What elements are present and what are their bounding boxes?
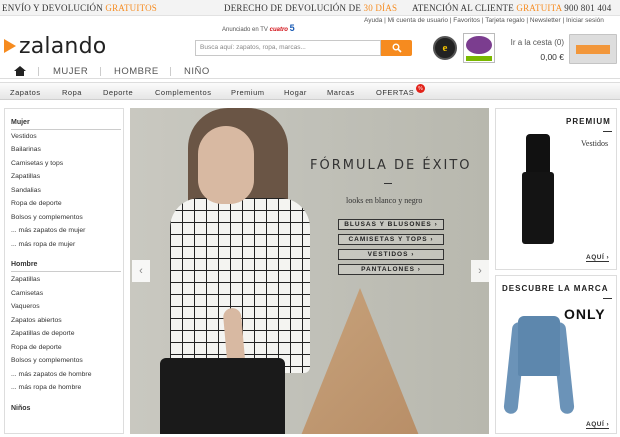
- cat-ropa[interactable]: Ropa: [62, 88, 82, 97]
- carousel-next-button[interactable]: ›: [471, 260, 489, 282]
- chevron-left-icon: ‹: [139, 265, 143, 277]
- hero-backdrop: [300, 288, 420, 434]
- category-bar: Zapatos Ropa Deporte Complementos Premiu…: [0, 82, 620, 100]
- tv-ad-notice: Anunciado en TV cuatro 5: [222, 23, 295, 33]
- tab-mujer[interactable]: MUJER: [53, 66, 88, 77]
- gender-nav: MUJER HOMBRE NIÑO: [0, 63, 620, 79]
- hero-button-blusas[interactable]: BLUSAS Y BLUSONES ›: [338, 219, 444, 230]
- promo-brand-link[interactable]: AQUÍ ›: [586, 421, 610, 429]
- hero-title: FÓRMULA DE ÉXITO: [310, 158, 472, 173]
- chevron-right-icon: ›: [478, 265, 482, 277]
- util-link-ayuda[interactable]: Ayuda: [364, 17, 382, 24]
- sidebar-item-ropa-deporte[interactable]: Ropa de deporte: [11, 200, 62, 207]
- sidebar-item-ropa-deporte-hombre[interactable]: Ropa de deporte: [11, 344, 62, 351]
- tab-nino[interactable]: NIÑO: [184, 66, 210, 77]
- util-link-newsletter[interactable]: Newsletter: [530, 17, 561, 24]
- carousel-prev-button[interactable]: ‹: [132, 260, 150, 282]
- cat-deporte[interactable]: Deporte: [103, 88, 133, 97]
- sidebar-item-mas-zapatos-hombre[interactable]: ... más zapatos de hombre: [11, 371, 91, 378]
- sidebar-item-camisetas-tops[interactable]: Camisetas y tops: [11, 160, 63, 167]
- home-icon[interactable]: [14, 66, 26, 76]
- sidebar-item-sandalias[interactable]: Sandalias: [11, 187, 41, 194]
- logo-text: zalando: [19, 33, 107, 59]
- trusted-shops-badge[interactable]: e: [433, 36, 457, 60]
- search-icon: [392, 43, 402, 53]
- tv-channel-cuatro: cuatro: [269, 27, 288, 33]
- util-link-giftcard[interactable]: Tarjeta regalo: [485, 17, 524, 24]
- promo-premium[interactable]: PREMIUM Vestidos AQUÍ ›: [495, 108, 617, 270]
- promo-premium-subtitle: Vestidos: [581, 139, 609, 148]
- badge-logo-icon: [466, 36, 492, 54]
- sidebar-item-bolsos[interactable]: Bolsos y complementos: [11, 214, 83, 221]
- sidebar-item-mas-zapatos-mujer[interactable]: ... más zapatos de mujer: [11, 227, 85, 234]
- cat-hogar[interactable]: Hogar: [284, 88, 307, 97]
- category-sidebar: Mujer Vestidos Bailarinas Camisetas y to…: [4, 108, 124, 434]
- utility-links: Ayuda | Mi cuenta de usuario | Favoritos…: [364, 17, 604, 24]
- search-button[interactable]: [381, 40, 412, 56]
- cat-zapatos[interactable]: Zapatos: [10, 88, 41, 97]
- cat-premium[interactable]: Premium: [231, 88, 265, 97]
- cat-marcas[interactable]: Marcas: [327, 88, 355, 97]
- sidebar-item-vaqueros[interactable]: Vaqueros: [11, 303, 40, 310]
- sidebar-item-mas-ropa-mujer[interactable]: ... más ropa de mujer: [11, 241, 75, 248]
- sidebar-item-zapatos-abiertos[interactable]: Zapatos abiertos: [11, 317, 62, 324]
- hero-button-camisetas[interactable]: CAMISETAS Y TOPS ›: [338, 234, 444, 245]
- cat-complementos[interactable]: Complementos: [155, 88, 211, 97]
- promo-premium-link[interactable]: AQUÍ ›: [586, 254, 610, 262]
- cart-link[interactable]: Ir a la cesta (0) 0,00 €: [504, 38, 564, 62]
- tv-channel-5: 5: [289, 23, 295, 33]
- cat-ofertas[interactable]: OFERTAS: [376, 88, 414, 97]
- ofertas-percent-icon: %: [416, 84, 425, 93]
- search-input[interactable]: Busca aquí: zapatos, ropa, marcas...: [195, 40, 381, 56]
- sidebar-item-vestidos[interactable]: Vestidos: [11, 133, 37, 140]
- promo-topbar: ENVÍO Y DEVOLUCIÓN GRATUITOS DERECHO DE …: [0, 0, 620, 16]
- util-link-account[interactable]: Mi cuenta de usuario: [388, 17, 448, 24]
- util-link-favorites[interactable]: Favoritos: [453, 17, 480, 24]
- sidebar-item-camisetas[interactable]: Camisetas: [11, 290, 43, 297]
- hero-button-pantalones[interactable]: PANTALONES ›: [338, 264, 444, 275]
- promo-brand-title: DESCUBRE LA MARCA: [502, 284, 609, 293]
- promo-premium-title: PREMIUM: [566, 117, 611, 126]
- sidebar-item-zapatillas-hombre[interactable]: Zapatillas: [11, 276, 40, 283]
- sidebar-item-bolsos-hombre[interactable]: Bolsos y complementos: [11, 357, 83, 364]
- black-dress-image: [518, 134, 558, 246]
- cart-label: Ir a la cesta (0): [510, 38, 564, 47]
- online-trust-badge[interactable]: [463, 33, 495, 63]
- sidebar-item-bailarinas[interactable]: Bailarinas: [11, 146, 41, 153]
- support-notice: ATENCIÓN AL CLIENTE GRATUITA 900 801 404: [412, 3, 612, 13]
- sidebar-item-zapatillas[interactable]: Zapatillas: [11, 173, 40, 180]
- shipping-notice: ENVÍO Y DEVOLUCIÓN GRATUITOS: [2, 3, 158, 13]
- tab-hombre[interactable]: HOMBRE: [114, 66, 159, 77]
- hero-button-vestidos[interactable]: VESTIDOS ›: [338, 249, 444, 260]
- sidebar-heading-mujer: Mujer: [11, 119, 30, 126]
- sidebar-item-mas-ropa-hombre[interactable]: ... más ropa de hombre: [11, 384, 81, 391]
- sidebar-item-zapatillas-deporte[interactable]: Zapatillas de deporte: [11, 330, 74, 337]
- util-link-login[interactable]: Iniciar sesión: [566, 17, 604, 24]
- cart-amount: 0,00 €: [540, 52, 564, 62]
- zalando-logo[interactable]: zalando: [4, 33, 107, 59]
- logo-arrow-icon: [4, 39, 16, 53]
- promo-brand[interactable]: DESCUBRE LA MARCA ONLY AQUÍ ›: [495, 275, 617, 434]
- returns-notice: DERECHO DE DEVOLUCIÓN DE 30 DÍAS: [224, 3, 398, 13]
- sidebar-heading-hombre: Hombre: [11, 261, 38, 268]
- denim-jacket-image: [503, 316, 575, 421]
- hero-subtitle: looks en blanco y negro: [346, 196, 423, 205]
- sidebar-heading-ninos[interactable]: Niños: [11, 405, 30, 412]
- shipping-box-icon: [569, 34, 617, 64]
